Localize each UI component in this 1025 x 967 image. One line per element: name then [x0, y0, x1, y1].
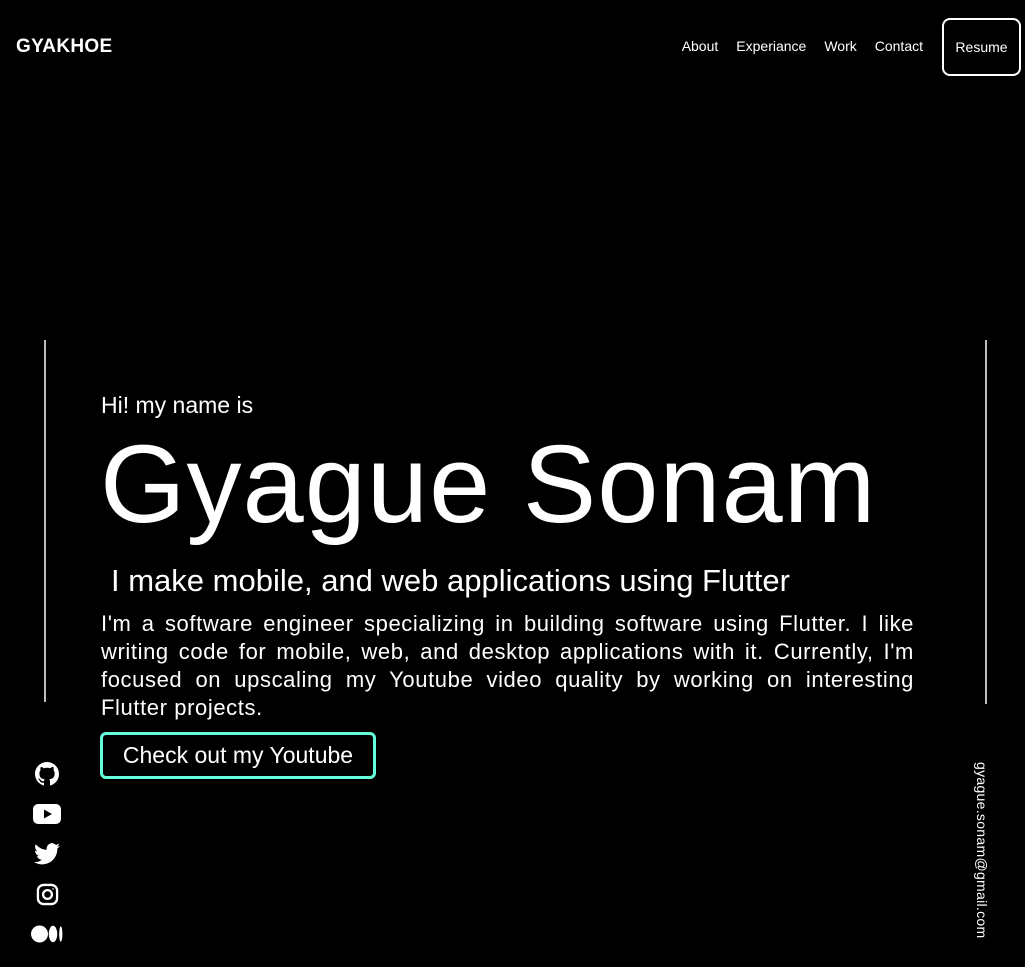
instagram-icon[interactable]: [30, 880, 64, 908]
hero-greeting: Hi! my name is: [101, 392, 254, 418]
page: GYAKHOE About Experiance Work Contact Re…: [0, 0, 1025, 967]
right-rail-line: [985, 340, 987, 704]
email-link[interactable]: gyague.sonam@gmail.com: [974, 762, 990, 938]
hero-name: Gyague Sonam: [100, 423, 877, 546]
youtube-cta-button[interactable]: Check out my Youtube: [100, 732, 376, 779]
nav-work[interactable]: Work: [824, 38, 856, 54]
medium-icon[interactable]: [30, 920, 64, 948]
github-icon[interactable]: [30, 760, 64, 788]
main-nav: About Experiance Work Contact: [682, 38, 923, 54]
nav-experience[interactable]: Experiance: [736, 38, 806, 54]
nav-contact[interactable]: Contact: [875, 38, 923, 54]
resume-button[interactable]: Resume: [942, 18, 1021, 76]
nav-about[interactable]: About: [682, 38, 719, 54]
site-logo[interactable]: GYAKHOE: [16, 36, 112, 58]
hero-tagline: I make mobile, and web applications usin…: [111, 563, 790, 598]
youtube-icon[interactable]: [30, 800, 64, 828]
twitter-icon[interactable]: [30, 840, 64, 868]
hero-bio: I'm a software engineer specializing in …: [101, 611, 914, 720]
left-rail-line: [44, 340, 46, 702]
